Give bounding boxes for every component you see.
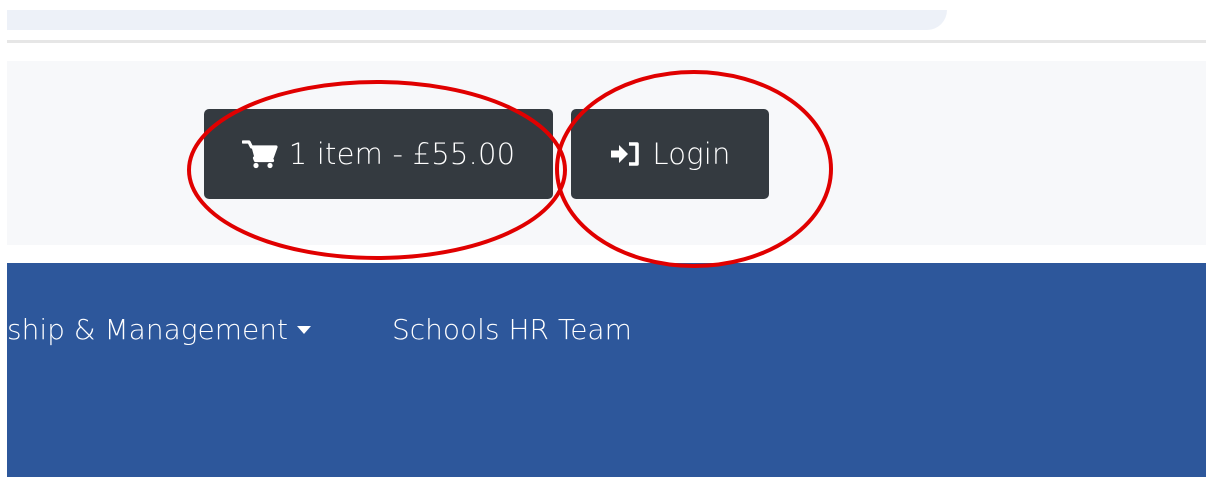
nav-item-leadership-management[interactable]: ship & Management <box>7 313 311 346</box>
nav-item-label: ship & Management <box>7 313 288 346</box>
nav-item-schools-hr-team[interactable]: Schools HR Team <box>392 313 632 346</box>
login-button-label: Login <box>652 137 731 171</box>
sign-in-icon <box>609 141 641 167</box>
top-divider <box>7 40 1206 43</box>
shopping-cart-icon <box>241 139 278 169</box>
caret-down-icon <box>297 325 311 334</box>
nav-item-label: Schools HR Team <box>392 313 632 346</box>
search-bar-strip[interactable] <box>7 10 947 30</box>
main-nav-bar <box>7 263 1206 477</box>
page: 1 item - £55.00 Login ship & Management … <box>0 0 1206 477</box>
cart-button-label: 1 item - £55.00 <box>288 137 516 171</box>
login-button[interactable]: Login <box>571 109 769 199</box>
cart-button[interactable]: 1 item - £55.00 <box>204 109 553 199</box>
